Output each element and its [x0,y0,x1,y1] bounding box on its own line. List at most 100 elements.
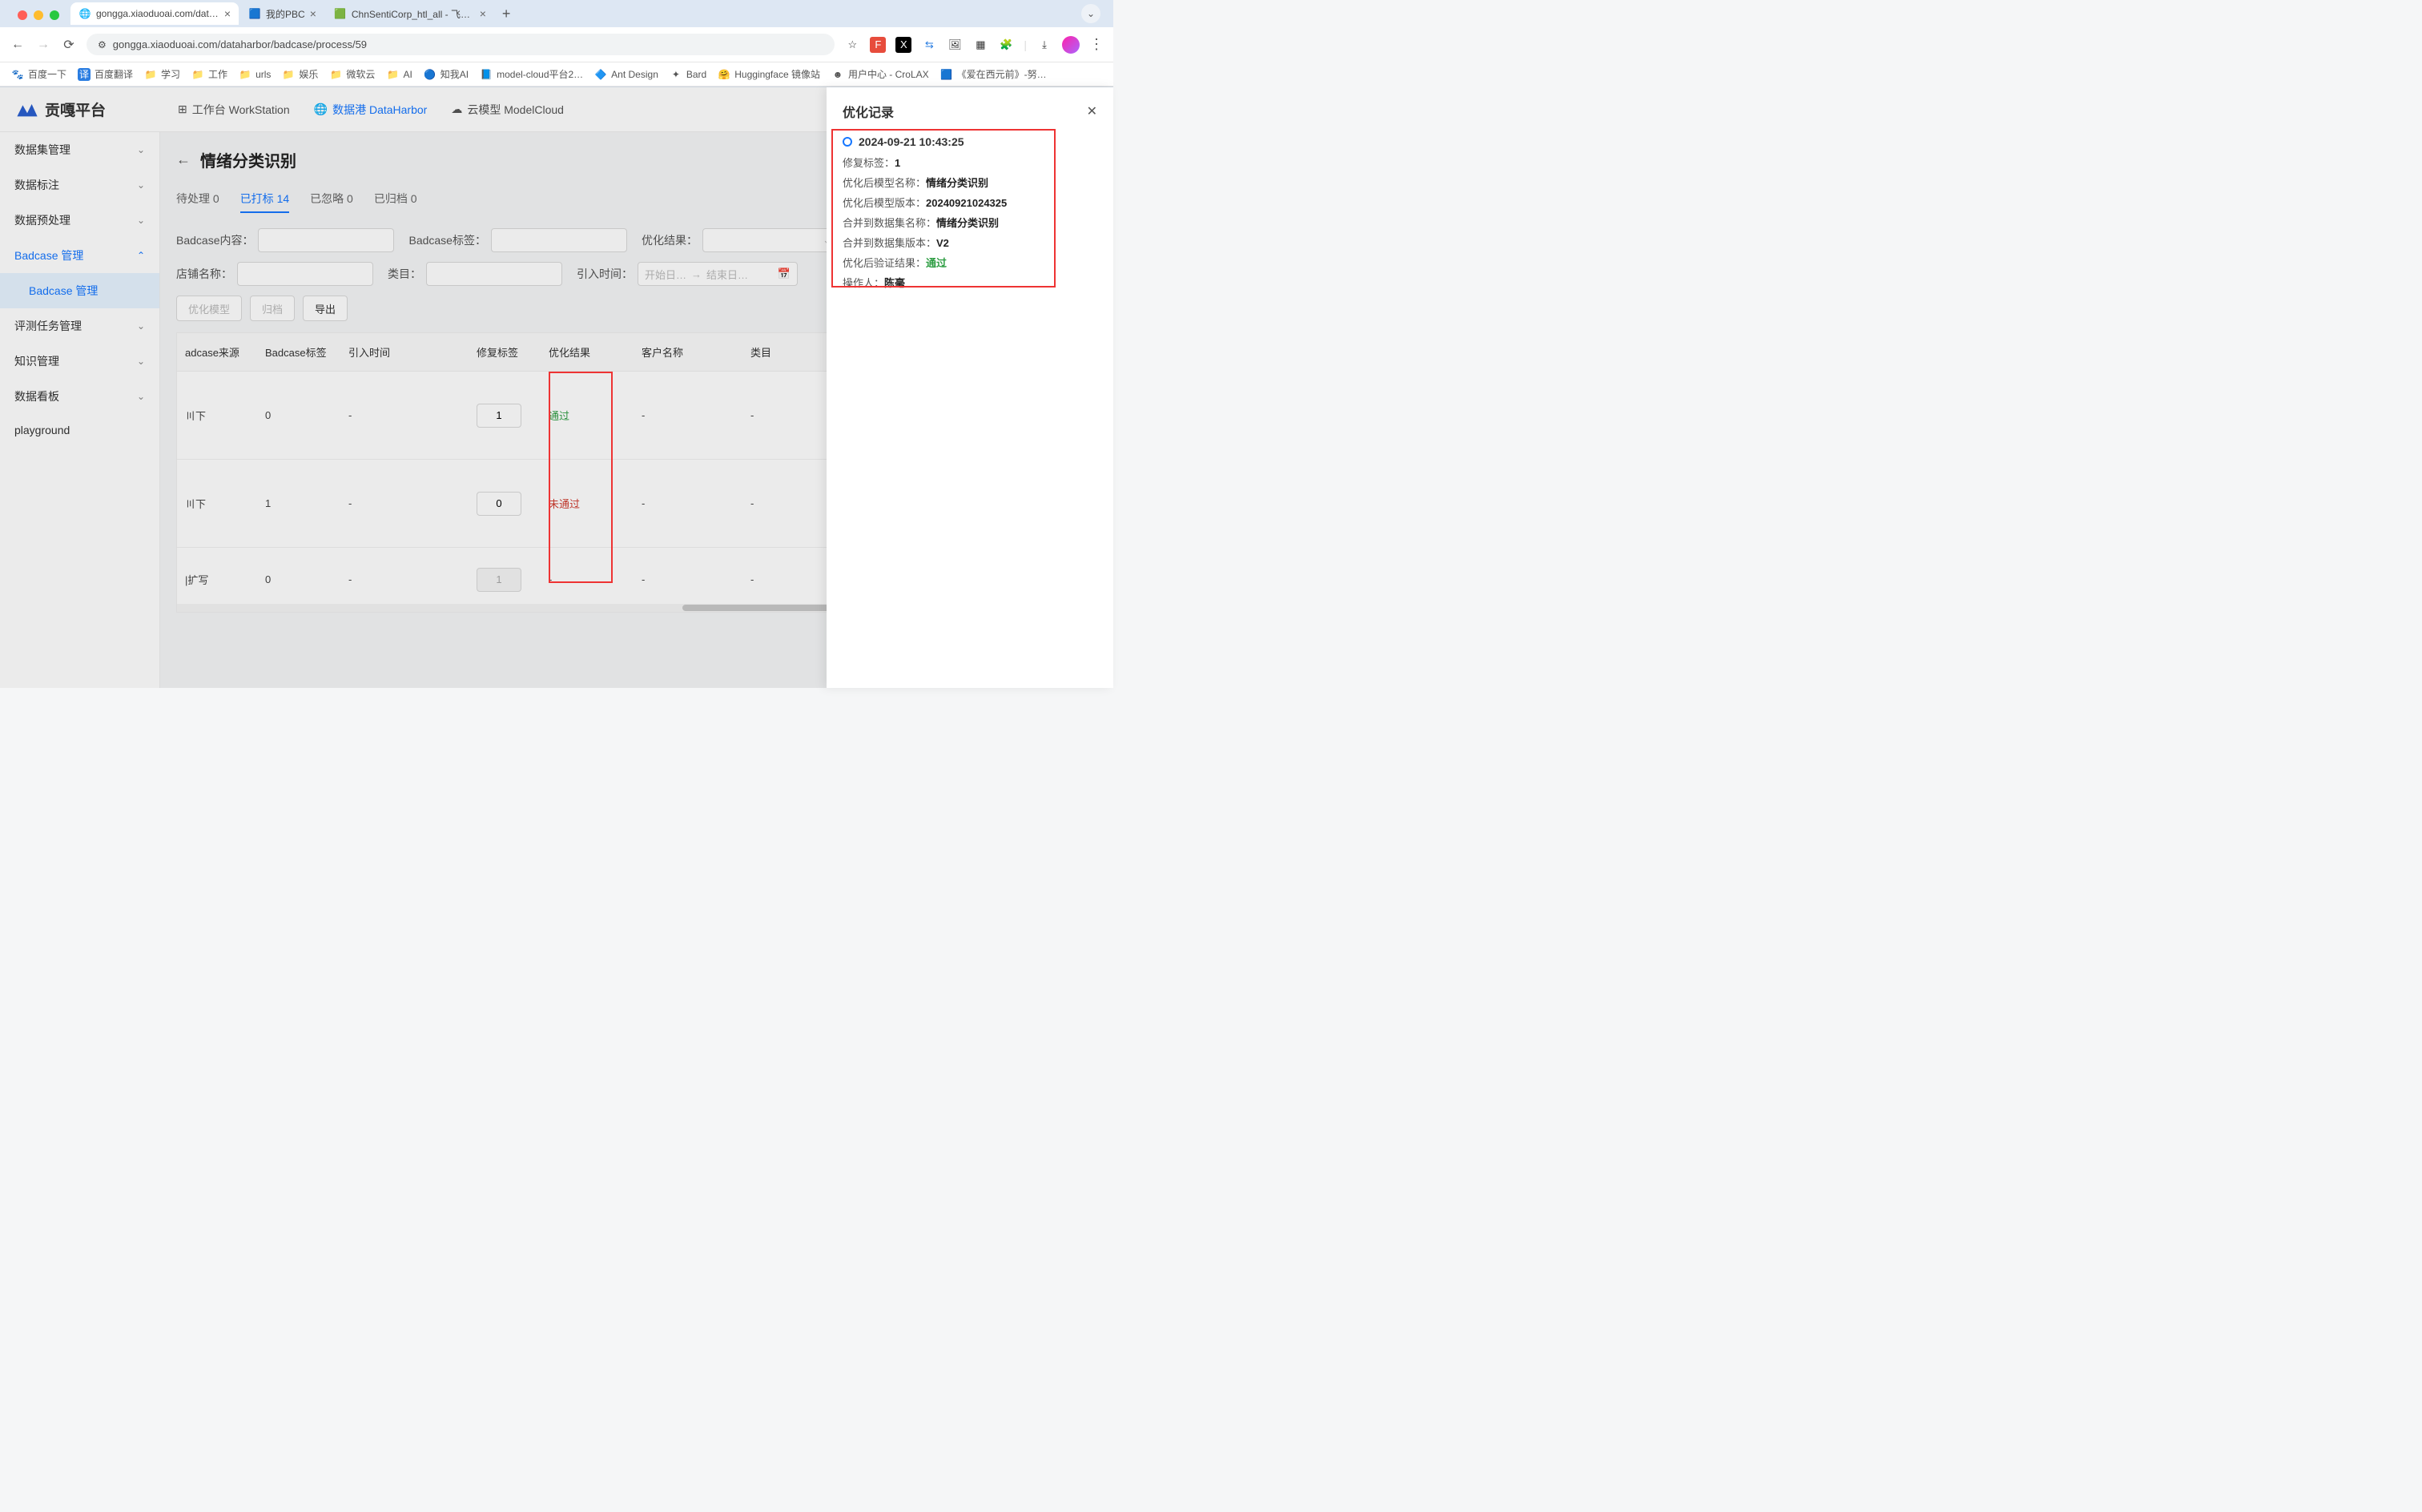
close-icon[interactable]: × [224,7,231,20]
bookmark-label: Bard [686,69,706,80]
sidebar-item-dashboard[interactable]: 数据看板⌄ [0,379,159,414]
browser-tab-2[interactable]: 🟩 ChnSentiCorp_htl_all - 飞书云 × [326,2,494,26]
bookmark-item[interactable]: ☻用户中心 - CroLAX [831,67,929,81]
sidebar-item-annotate[interactable]: 数据标注⌄ [0,167,159,203]
bookmark-folder[interactable]: 📁微软云 [329,67,375,81]
profile-avatar[interactable] [1062,36,1080,54]
kebab-menu-icon[interactable]: ⋮ [1089,36,1104,53]
result-select[interactable]: ⌄ [702,228,839,252]
tag-input[interactable] [491,228,627,252]
cell-time: - [340,486,469,521]
bookmark-item[interactable]: 🔷Ant Design [594,68,658,81]
bookmark-item[interactable]: 🟦《爱在西元前》-努… [940,67,1047,81]
bookmark-item[interactable]: 译百度翻译 [78,67,133,81]
maximize-window-dot[interactable] [50,10,59,20]
tab-archived[interactable]: 已归档 0 [374,186,417,213]
sidebar-item-dataset[interactable]: 数据集管理⌄ [0,132,159,167]
chevron-down-icon: ⌄ [137,356,145,367]
shop-input[interactable] [237,262,373,286]
close-icon[interactable]: × [480,7,486,20]
ext-icon-sync[interactable]: ⇆ [921,37,937,53]
col-result: 优化结果 [541,333,634,371]
content-input[interactable] [258,228,394,252]
sidebar-label: 知识管理 [14,353,59,369]
bookmark-item[interactable]: ✦Bard [670,68,706,81]
star-icon[interactable]: ☆ [844,37,860,53]
archive-button[interactable]: 归档 [250,296,295,321]
bookmark-label: 百度一下 [28,67,66,81]
sidebar-item-playground[interactable]: playground [0,414,159,446]
export-button[interactable]: 导出 [303,296,348,321]
bookmark-item[interactable]: 📘model-cloud平台2… [480,67,583,81]
bookmark-item[interactable]: 🤗Huggingface 镜像站 [718,67,820,81]
record-wrap: 2024-09-21 10:43:25 修复标签：1 优化后模型名称：情绪分类识… [843,135,1097,290]
sidebar: 数据集管理⌄ 数据标注⌄ 数据预处理⌄ Badcase 管理⌃ Badcase … [0,87,160,688]
filter-import-time: 引入时间： 开始日… → 结束日… 📅 [577,262,798,286]
bookmark-item[interactable]: 🐾百度一下 [11,67,66,81]
folder-icon: 📁 [144,68,157,81]
nav-workstation[interactable]: ⊞ 工作台 WorkStation [178,99,290,121]
tab-pending[interactable]: 待处理 0 [176,186,219,213]
optimize-button[interactable]: 优化模型 [176,296,242,321]
address-bar[interactable]: ⚙ gongga.xiaoduoai.com/dataharbor/badcas… [86,34,835,55]
close-icon[interactable]: ✕ [1087,103,1097,119]
minimize-window-dot[interactable] [34,10,43,20]
bookmark-folder[interactable]: 📁学习 [144,67,180,81]
timestamp-text: 2024-09-21 10:43:25 [859,135,964,148]
tab-ignored[interactable]: 已忽略 0 [310,186,353,213]
sidebar-item-badcase[interactable]: Badcase 管理⌃ [0,238,159,273]
reload-button[interactable]: ⟳ [61,37,77,53]
date-range-picker[interactable]: 开始日… → 结束日… 📅 [638,262,798,286]
fixtag-input[interactable] [477,492,521,516]
sidebar-item-preprocess[interactable]: 数据预处理⌄ [0,203,159,238]
bookmark-folder[interactable]: 📁AI [386,68,412,81]
browser-tab-0[interactable]: 🌐 gongga.xiaoduoai.com/datah × [70,2,239,25]
extensions-icon[interactable]: 🧩 [998,37,1014,53]
close-window-dot[interactable] [18,10,27,20]
download-icon[interactable]: ⤓ [1036,37,1052,53]
logo[interactable]: 贡嘎平台 [16,99,106,120]
nav-dataharbor[interactable]: 🌐 数据港 DataHarbor [314,99,428,121]
circle-icon: 🔵 [424,68,437,81]
filter-label: 店铺名称： [176,266,232,282]
folder-icon: 📁 [386,68,399,81]
filter-result: 优化结果： ⌄ [642,228,839,252]
filter-label: Badcase标签： [408,232,485,248]
translate-icon: 译 [78,68,91,81]
forward-button[interactable]: → [35,38,51,52]
browser-chrome: 🌐 gongga.xiaoduoai.com/datah × 🟦 我的PBC ×… [0,0,1113,87]
back-button[interactable]: ← [10,38,26,52]
url-text: gongga.xiaoduoai.com/dataharbor/badcase/… [113,38,367,50]
bookmark-folder[interactable]: 📁娱乐 [282,67,318,81]
nav-label: 云模型 ModelCloud [467,102,564,118]
cell-time: - [340,398,469,432]
ext-icon-app[interactable]: ▦ [972,37,988,53]
nav-modelcloud[interactable]: ☁ 云模型 ModelCloud [451,99,564,121]
ext-icon-x[interactable]: X [895,37,911,53]
site-settings-icon[interactable]: ⚙ [98,39,107,50]
filter-tag: Badcase标签： [408,228,626,252]
bookmark-label: 知我AI [441,67,469,81]
sidebar-item-eval[interactable]: 评测任务管理⌄ [0,308,159,344]
tab-tagged[interactable]: 已打标 14 [240,186,289,213]
close-icon[interactable]: × [310,7,316,20]
new-tab-button[interactable]: + [496,6,517,22]
bookmark-folder[interactable]: 📁urls [239,68,271,81]
browser-tab-1[interactable]: 🟦 我的PBC × [240,2,324,26]
col-time: 引入时间 [340,333,469,371]
ext-icon-red[interactable]: F [870,37,886,53]
fixtag-input [477,568,521,592]
tabs-dropdown[interactable]: ⌄ [1081,4,1100,23]
sidebar-subitem-badcase[interactable]: Badcase 管理 [0,273,159,308]
sidebar-item-knowledge[interactable]: 知识管理 ⌄ [0,344,159,379]
workstation-icon: ⊞ [178,103,187,116]
bookmark-folder[interactable]: 📁工作 [191,67,227,81]
category-input[interactable] [426,262,562,286]
ext-icon-pic[interactable]: 🖼 [947,37,963,53]
fixtag-input[interactable] [477,404,521,428]
globe-icon: 🌐 [78,7,91,20]
back-arrow-icon[interactable]: ← [176,151,191,168]
tab-title: ChnSentiCorp_htl_all - 飞书云 [352,7,475,21]
sidebar-label: 数据预处理 [14,212,70,228]
bookmark-item[interactable]: 🔵 知我AI [424,67,469,81]
